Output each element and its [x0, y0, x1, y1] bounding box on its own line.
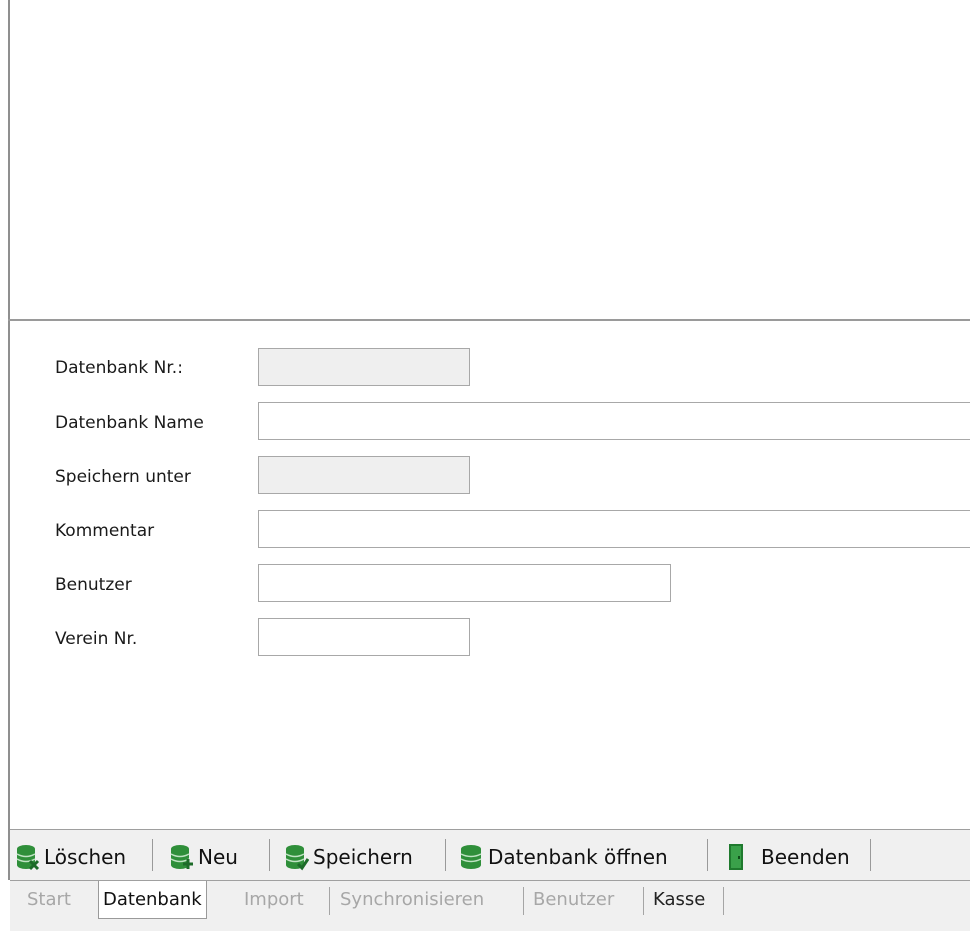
exit-door-icon [729, 844, 743, 870]
tab-synchronisieren[interactable]: Synchronisieren [340, 881, 484, 917]
kommentar-field[interactable] [258, 510, 970, 548]
datenbank-oeffnen-label: Datenbank öffnen [488, 845, 668, 869]
loeschen-label: Löschen [44, 845, 127, 869]
speichern-unter-field[interactable] [258, 456, 470, 494]
database-delete-icon [16, 845, 40, 871]
datenbank-oeffnen-button[interactable]: Datenbank öffnen [460, 838, 668, 876]
tab-import[interactable]: Import [244, 881, 304, 917]
benutzer-field[interactable] [258, 564, 671, 602]
tab-benutzer[interactable]: Benutzer [533, 881, 614, 917]
datenbank-nr-label: Datenbank Nr.: [55, 358, 183, 378]
toolbar: Löschen Neu Speichern Datenbank öffnen B… [10, 829, 970, 881]
datenbank-name-field[interactable] [258, 402, 970, 440]
toolbar-separator [870, 839, 871, 871]
beenden-label: Beenden [761, 845, 850, 869]
tab-datenbank[interactable]: Datenbank [98, 881, 207, 919]
panel-left-border [8, 0, 10, 880]
tab-separator [523, 887, 524, 915]
neu-button[interactable]: Neu [170, 838, 238, 876]
neu-label: Neu [198, 845, 238, 869]
verein-nr-field[interactable] [258, 618, 470, 656]
panel-splitter[interactable] [8, 319, 970, 321]
database-icon [460, 845, 482, 869]
datenbank-name-label: Datenbank Name [55, 413, 204, 433]
tab-kasse[interactable]: Kasse [653, 881, 705, 917]
toolbar-separator [445, 839, 446, 871]
database-save-icon [285, 845, 309, 871]
tab-separator [329, 887, 330, 915]
loeschen-button[interactable]: Löschen [16, 838, 126, 876]
tab-separator [723, 887, 724, 915]
tab-separator [643, 887, 644, 915]
beenden-button[interactable]: Beenden [725, 838, 850, 876]
tab-start[interactable]: Start [27, 881, 71, 917]
toolbar-separator [707, 839, 708, 871]
speichern-unter-label: Speichern unter [55, 467, 191, 487]
kommentar-label: Kommentar [55, 521, 155, 541]
toolbar-separator [269, 839, 270, 871]
benutzer-label: Benutzer [55, 575, 132, 595]
speichern-label: Speichern [313, 845, 413, 869]
database-add-icon [170, 845, 193, 869]
speichern-button[interactable]: Speichern [285, 838, 413, 876]
datenbank-nr-field[interactable] [258, 348, 470, 386]
tab-bar: Start Datenbank Import Synchronisieren B… [10, 881, 970, 931]
toolbar-separator [152, 839, 153, 871]
verein-nr-label: Verein Nr. [55, 629, 138, 649]
